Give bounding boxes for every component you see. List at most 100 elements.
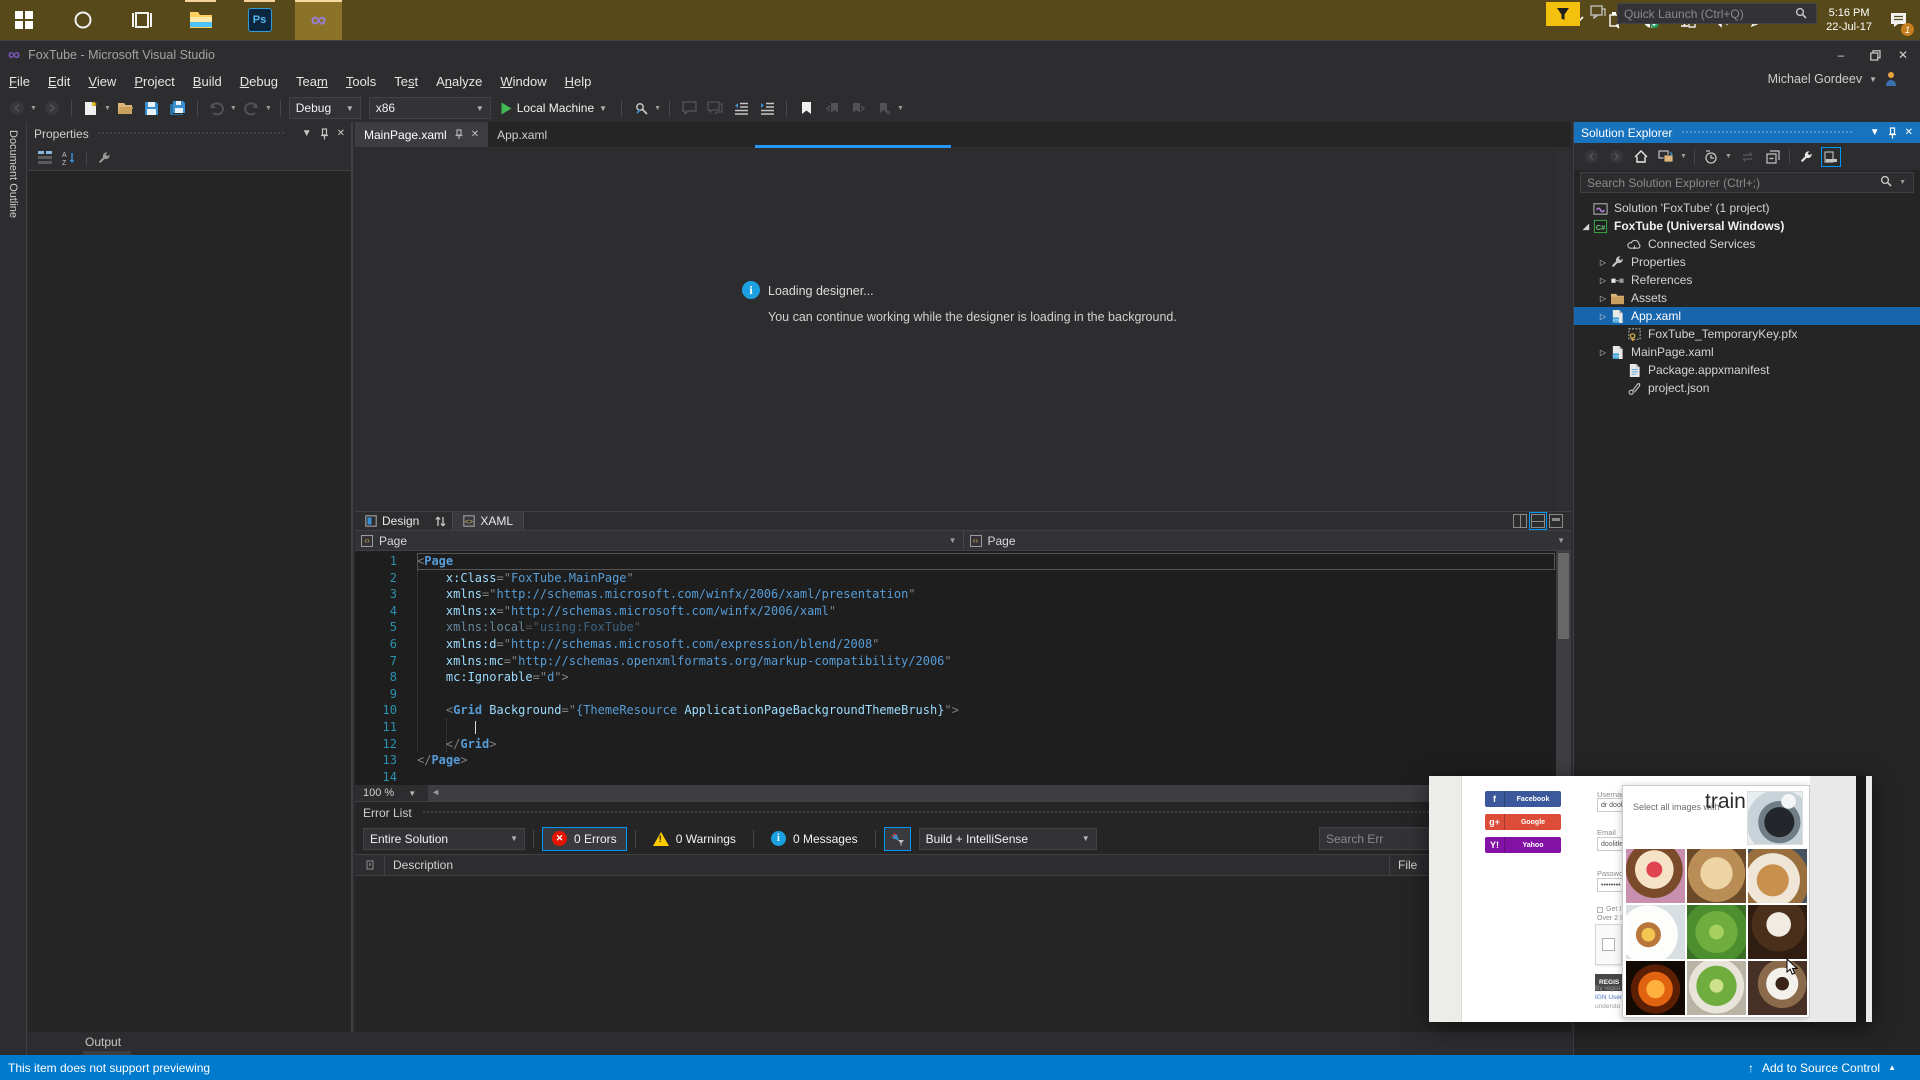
close-icon[interactable]: ✕ — [471, 129, 479, 140]
menu-view[interactable]: View — [79, 71, 125, 92]
design-view-tab[interactable]: Design — [355, 512, 429, 530]
minimize-button[interactable]: – — [1824, 42, 1858, 68]
horizontal-split-button[interactable] — [1529, 512, 1547, 530]
new-item-caret-icon[interactable]: ▼ — [104, 105, 111, 112]
toolbar-options-caret-icon[interactable]: ▼ — [897, 105, 904, 112]
code-line-5[interactable]: xmlns:local="using:FoxTube" — [417, 619, 1555, 636]
description-column-header[interactable]: Description — [385, 855, 1390, 875]
redo-caret-icon[interactable]: ▼ — [265, 105, 272, 112]
back-button[interactable] — [1582, 148, 1600, 166]
menu-team[interactable]: Team — [287, 71, 337, 92]
code-line-1[interactable]: <Page — [417, 553, 1555, 570]
attach-to-process-button[interactable] — [630, 97, 652, 119]
task-view-button[interactable] — [118, 0, 165, 40]
properties-wrench-button[interactable] — [1797, 148, 1815, 166]
pin-icon[interactable] — [1888, 126, 1897, 139]
tree-item-foxtube-universal-windows[interactable]: ◢ C# FoxTube (Universal Windows) — [1574, 217, 1920, 235]
navigate-forward-button[interactable] — [41, 97, 63, 119]
tab-mainpage-xaml[interactable]: MainPage.xaml ✕ — [355, 122, 489, 147]
severity-column-header[interactable] — [355, 855, 385, 875]
facebook-signin-button[interactable]: f Facebook — [1485, 791, 1561, 807]
recaptcha-checkbox[interactable] — [1602, 938, 1615, 951]
code-line-4[interactable]: xmlns:x="http://schemas.microsoft.com/wi… — [417, 603, 1555, 620]
captcha-image-breakfast[interactable] — [1626, 905, 1685, 959]
tab-app-xaml[interactable]: App.xaml — [488, 122, 556, 147]
undo-caret-icon[interactable]: ▼ — [230, 105, 237, 112]
email-field[interactable]: doolitle — [1597, 837, 1623, 851]
feedback-filter-button[interactable] — [1546, 2, 1580, 26]
send-feedback-button[interactable] — [1590, 5, 1606, 19]
error-provider-dropdown[interactable]: Build + IntelliSense ▼ — [918, 827, 1097, 850]
solution-explorer-header[interactable]: Solution Explorer ▼ ✕ — [1574, 122, 1920, 143]
tree-item-connected-services[interactable]: Connected Services — [1574, 235, 1920, 253]
new-item-button[interactable] — [80, 97, 102, 119]
collapsed-arrow-icon[interactable]: ▷ — [1597, 348, 1609, 357]
tree-item-package-appxmanifest[interactable]: Package.appxmanifest — [1574, 361, 1920, 379]
code-line-3[interactable]: xmlns="http://schemas.microsoft.com/winf… — [417, 586, 1555, 603]
breadcrumb-right-page[interactable]: ‹› Page ▼ — [964, 531, 1572, 550]
error-list-search-input[interactable] — [1319, 827, 1429, 850]
password-field[interactable]: •••••••• — [1597, 878, 1623, 892]
scrollbar-thumb[interactable] — [1558, 553, 1569, 639]
solution-platform-dropdown[interactable]: x86 ▼ — [368, 97, 491, 119]
designer-scrollbar[interactable] — [1557, 147, 1571, 511]
code-line-2[interactable]: x:Class="FoxTube.MainPage" — [417, 570, 1555, 587]
vertical-split-button[interactable] — [1513, 514, 1527, 528]
collapse-pane-button[interactable] — [1549, 514, 1563, 528]
zoom-level-dropdown[interactable]: 100 % ▼ — [355, 787, 424, 799]
menu-project[interactable]: Project — [125, 71, 183, 92]
alphabetical-sort-button[interactable]: AZ — [62, 151, 76, 165]
document-outline-tab[interactable]: Document Outline — [7, 130, 19, 218]
preview-selected-items-button[interactable] — [1820, 146, 1841, 167]
menu-window[interactable]: Window — [491, 71, 555, 92]
collapsed-arrow-icon[interactable]: ▷ — [1597, 294, 1609, 303]
solution-configuration-dropdown[interactable]: Debug ▼ — [288, 97, 361, 119]
code-line-14[interactable] — [417, 769, 1555, 786]
errors-filter-button[interactable]: ✕ 0 Errors — [542, 826, 627, 851]
start-button[interactable] — [0, 0, 47, 40]
output-tab-button[interactable]: Output — [85, 1035, 121, 1049]
open-file-button[interactable] — [115, 97, 137, 119]
breadcrumb-left-page[interactable]: ‹› Page ▼ — [355, 531, 964, 550]
categorized-view-button[interactable] — [38, 150, 52, 165]
intellisense-filter-button[interactable] — [883, 826, 911, 851]
swap-panes-button[interactable] — [429, 512, 452, 530]
opt-in-checkbox[interactable] — [1597, 907, 1603, 913]
forward-button[interactable] — [1607, 148, 1625, 166]
editor-horizontal-scrollbar[interactable]: ◄ — [428, 785, 1571, 801]
close-icon[interactable]: ✕ — [1905, 127, 1913, 138]
close-icon[interactable]: ✕ — [337, 128, 345, 139]
add-to-source-control-button[interactable]: ↑ Add to Source Control ▲ — [1748, 1061, 1896, 1075]
yahoo-signin-button[interactable]: Y! Yahoo — [1485, 837, 1561, 853]
code-line-11[interactable] — [417, 719, 1555, 736]
tree-item-foxtube-temporarykey-pfx[interactable]: FoxTube_TemporaryKey.pfx — [1574, 325, 1920, 343]
attach-caret-icon[interactable]: ▼ — [654, 105, 661, 112]
code-line-12[interactable]: </Grid> — [417, 736, 1555, 753]
xaml-code-editor[interactable]: 1 2 3 4 5 6 7 8 9 10 11 12 13 14 <Page x:Class="FoxTu… — [355, 551, 1571, 785]
google-signin-button[interactable]: g+ Google — [1485, 814, 1561, 830]
menu-tools[interactable]: Tools — [337, 71, 385, 92]
cortana-button[interactable] — [59, 0, 106, 40]
captcha-image-pancakes[interactable] — [1748, 849, 1807, 903]
code-line-13[interactable]: </Page> — [417, 752, 1555, 769]
menu-analyze[interactable]: Analyze — [427, 71, 491, 92]
collapsed-arrow-icon[interactable]: ▷ — [1597, 312, 1609, 321]
browser-scrollbar[interactable] — [1856, 776, 1866, 1022]
save-button[interactable] — [141, 97, 163, 119]
code-line-9[interactable] — [417, 686, 1555, 703]
uncomment-selection-button[interactable] — [704, 97, 726, 119]
toggle-bookmark-button[interactable] — [795, 97, 817, 119]
redo-button[interactable] — [241, 97, 263, 119]
collapse-all-button[interactable] — [1764, 148, 1782, 166]
user-account-menu[interactable]: Michael Gordeev ▼ — [1768, 71, 1898, 87]
back-history-caret-icon[interactable]: ▼ — [30, 105, 37, 112]
editor-vertical-scrollbar[interactable] — [1556, 551, 1571, 785]
captcha-image-cake[interactable] — [1626, 849, 1685, 903]
navigate-back-button[interactable] — [6, 97, 28, 119]
tree-item-references[interactable]: ▷ References — [1574, 271, 1920, 289]
close-button[interactable]: ✕ — [1886, 42, 1920, 68]
clear-bookmarks-button[interactable] — [873, 97, 895, 119]
code-line-10[interactable]: <Grid Background="{ThemeResource Applica… — [417, 702, 1555, 719]
comment-selection-button[interactable] — [678, 97, 700, 119]
tree-item-assets[interactable]: ▷ Assets — [1574, 289, 1920, 307]
